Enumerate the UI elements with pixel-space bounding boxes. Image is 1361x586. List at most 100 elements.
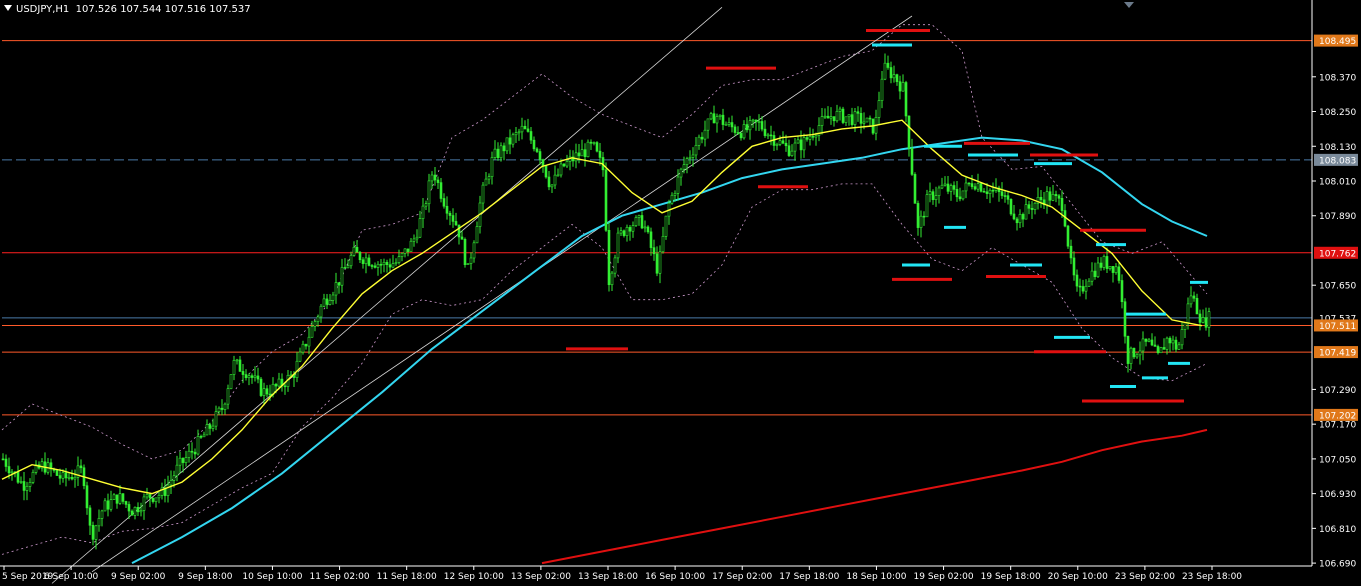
candle-body bbox=[760, 121, 764, 130]
candle-body bbox=[538, 151, 542, 161]
candle-body bbox=[301, 343, 305, 353]
candle-body bbox=[469, 257, 473, 264]
candle-body bbox=[103, 500, 107, 512]
candle-body bbox=[262, 388, 266, 396]
candle-body bbox=[742, 124, 746, 139]
candle-body bbox=[547, 176, 551, 188]
candle-body bbox=[790, 150, 794, 156]
symbol-label: USDJPY,H1 bbox=[16, 4, 70, 15]
candle-body bbox=[130, 510, 134, 516]
candle-body bbox=[553, 174, 557, 186]
candle-body bbox=[664, 215, 668, 237]
chart-header: USDJPY,H1 107.526 107.544 107.516 107.53… bbox=[4, 4, 251, 15]
candle-body bbox=[1144, 338, 1148, 342]
candle-body bbox=[253, 375, 257, 378]
ohlc-values: 107.526 107.544 107.516 107.537 bbox=[75, 4, 251, 15]
candle-body bbox=[634, 217, 638, 226]
candle-body bbox=[124, 501, 128, 505]
candle-body bbox=[1048, 191, 1052, 201]
candle-body bbox=[625, 227, 629, 236]
candle-body bbox=[304, 343, 308, 347]
candle-body bbox=[343, 267, 347, 269]
candle-body bbox=[532, 139, 536, 150]
x-tick-label: 16 Sep 10:00 bbox=[645, 572, 705, 582]
candle-body bbox=[856, 111, 860, 114]
candle-body bbox=[559, 163, 563, 176]
trendlines bbox=[51, 7, 913, 584]
x-tick-label: 9 Sep 02:00 bbox=[111, 572, 166, 582]
candle-body bbox=[16, 471, 20, 483]
candle-body bbox=[640, 215, 644, 229]
candle-body bbox=[958, 196, 962, 200]
candle-body bbox=[622, 230, 626, 236]
candle-body bbox=[1075, 274, 1079, 287]
candle-body bbox=[646, 226, 650, 233]
candle-body bbox=[721, 114, 725, 125]
ema-slow-line bbox=[541, 428, 1208, 565]
candle-body bbox=[463, 239, 467, 265]
y-tick-label: 108.250 bbox=[1319, 108, 1356, 118]
candle-body bbox=[907, 115, 911, 149]
candle-body bbox=[427, 180, 431, 205]
chart-shift-marker-icon[interactable] bbox=[1124, 2, 1134, 8]
candle-body bbox=[1081, 286, 1085, 292]
candle-body bbox=[193, 451, 197, 455]
candle-body bbox=[853, 111, 857, 125]
candle-body bbox=[730, 122, 734, 128]
candle-body bbox=[574, 152, 578, 162]
candle-body bbox=[910, 148, 914, 175]
candle-body bbox=[1051, 194, 1055, 201]
candle-body bbox=[658, 251, 662, 274]
candle-body bbox=[988, 189, 992, 194]
candle-body bbox=[211, 425, 215, 429]
candle-body bbox=[1183, 322, 1187, 330]
candle-body bbox=[862, 121, 866, 124]
candle-body bbox=[355, 246, 359, 253]
band-lower-line bbox=[1, 183, 1208, 555]
candle-body bbox=[334, 282, 338, 296]
candle-body bbox=[1114, 266, 1118, 273]
price-chart[interactable]: 108.370 108.250 108.130 108.010 107.890 107.6… bbox=[0, 0, 1361, 586]
candle-body bbox=[1, 458, 5, 461]
candle-body bbox=[1123, 301, 1127, 337]
candle-body bbox=[922, 215, 926, 218]
chart-window[interactable]: 108.370 108.250 108.130 108.010 107.890 107.6… bbox=[0, 0, 1361, 586]
candle-body bbox=[436, 179, 440, 183]
y-tick-label: 107.890 bbox=[1319, 212, 1356, 222]
candle-body bbox=[916, 203, 920, 228]
candle-body bbox=[241, 371, 245, 375]
candle-body bbox=[145, 494, 149, 498]
candle-body bbox=[316, 316, 320, 322]
candle-body bbox=[1108, 266, 1112, 269]
candle-body bbox=[412, 238, 416, 242]
candle-body bbox=[820, 116, 824, 126]
candle-body bbox=[1186, 303, 1190, 324]
candle-body bbox=[58, 475, 62, 479]
candle-body bbox=[277, 378, 281, 387]
candle-body bbox=[55, 470, 59, 476]
candle-body bbox=[913, 174, 917, 204]
candle-body bbox=[223, 403, 227, 410]
candle-body bbox=[274, 383, 278, 387]
x-tick-label: 11 Sep 18:00 bbox=[377, 572, 437, 582]
candle-body bbox=[847, 114, 851, 118]
candle-body bbox=[961, 190, 965, 200]
candle-body bbox=[373, 265, 377, 268]
candle-body bbox=[328, 300, 332, 305]
candle-body bbox=[112, 494, 116, 500]
candle-body bbox=[613, 257, 617, 274]
candle-body bbox=[115, 494, 119, 504]
candle-body bbox=[451, 215, 455, 222]
candle-body bbox=[502, 145, 506, 152]
candle-body bbox=[826, 115, 830, 119]
candle-body bbox=[616, 232, 620, 259]
candle-body bbox=[235, 359, 239, 362]
ema-fast-line bbox=[1, 119, 1203, 495]
candle-body bbox=[1015, 218, 1019, 224]
candle-body bbox=[925, 194, 929, 218]
candle-body bbox=[88, 507, 92, 526]
candle-body bbox=[766, 134, 770, 137]
candle-body bbox=[178, 457, 182, 466]
dropdown-triangle-icon[interactable] bbox=[4, 5, 12, 11]
candle-body bbox=[19, 481, 23, 483]
